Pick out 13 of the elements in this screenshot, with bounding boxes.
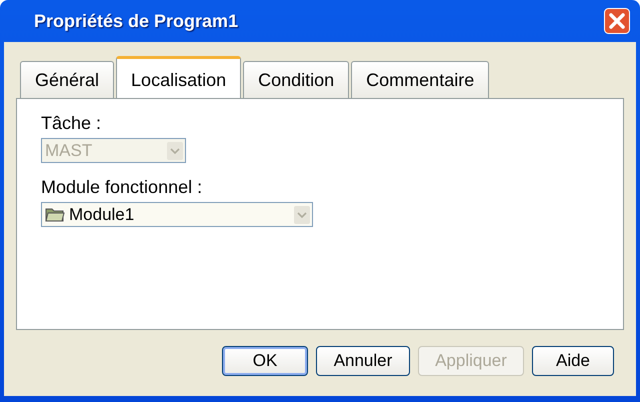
dialog-button[interactable]: OK: [222, 346, 308, 376]
window-title: Propriétés de Program1: [34, 10, 238, 32]
tab[interactable]: Localisation: [116, 56, 242, 98]
field-label: Tâche :: [41, 113, 102, 134]
folder-icon: [45, 206, 65, 223]
tab[interactable]: Condition: [243, 61, 350, 98]
tab[interactable]: Commentaire: [351, 61, 490, 98]
close-icon[interactable]: [604, 8, 630, 34]
tab[interactable]: Général: [20, 61, 114, 98]
dialog-button[interactable]: Annuler: [316, 346, 410, 376]
field-label: Module fonctionnel :: [41, 177, 204, 198]
dropdown[interactable]: Module1: [41, 202, 313, 227]
dialog-button[interactable]: Aide: [532, 346, 614, 376]
